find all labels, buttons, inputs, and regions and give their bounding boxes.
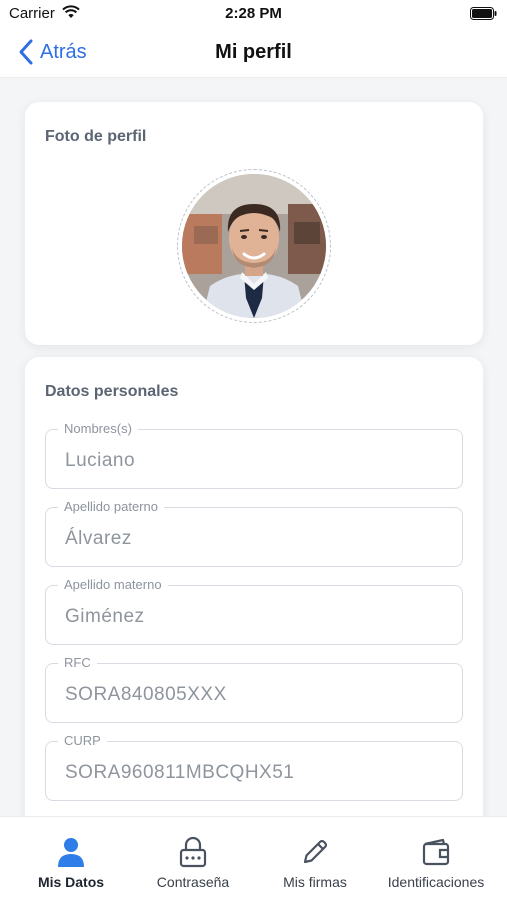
avatar-upload-area[interactable]	[177, 169, 331, 323]
home-indicator	[0, 896, 507, 900]
tab-bar: Mis Datos Contraseña Mis firmas Identifi…	[0, 816, 507, 900]
field-label: RFC	[58, 655, 97, 670]
tab-label: Mis Datos	[37, 874, 105, 890]
tab-label: Identificaciones	[387, 874, 485, 890]
page-title: Mi perfil	[215, 41, 292, 63]
first-name-field[interactable]: Nombres(s) Luciano	[45, 421, 463, 489]
tab-mis-firmas[interactable]: Mis firmas	[252, 817, 378, 900]
rfc-field[interactable]: RFC SORA840805XXX	[45, 655, 463, 723]
maternal-surname-field[interactable]: Apellido materno Giménez	[45, 577, 463, 645]
profile-photo-title: Foto de perfil	[45, 128, 147, 145]
tab-label: Contraseña	[156, 874, 230, 890]
profile-scroll-view[interactable]: Foto de perfil Datos personales Nombres(…	[0, 79, 507, 816]
field-value: SORA840805XXX	[65, 684, 227, 705]
person-icon	[58, 838, 84, 867]
curp-field[interactable]: CURP SORA960811MBCQHX51	[45, 733, 463, 801]
field-value: Giménez	[65, 606, 145, 627]
profile-photo	[182, 174, 326, 318]
field-value: SORA960811MBCQHX51	[65, 762, 295, 783]
status-bar: Carrier 2:28 PM	[0, 0, 507, 28]
field-label: CURP	[58, 733, 107, 748]
battery-icon	[470, 7, 497, 20]
profile-photo-card: Foto de perfil	[25, 102, 483, 345]
tab-mis-datos[interactable]: Mis Datos	[8, 817, 134, 900]
navigation-bar: Atrás Mi perfil	[0, 28, 507, 78]
lock-icon	[179, 836, 207, 868]
personal-data-card: Datos personales Nombres(s) Luciano Apel…	[25, 357, 483, 816]
pencil-icon	[303, 839, 328, 864]
avatar[interactable]	[182, 174, 326, 318]
field-value: Luciano	[65, 450, 136, 471]
tab-contrasena[interactable]: Contraseña	[130, 817, 256, 900]
tab-label: Mis firmas	[283, 874, 347, 890]
personal-data-title: Datos personales	[45, 383, 179, 400]
status-time: 2:28 PM	[225, 5, 282, 22]
paternal-surname-field[interactable]: Apellido paterno Álvarez	[45, 499, 463, 567]
field-label: Nombres(s)	[58, 421, 138, 436]
field-label: Apellido paterno	[58, 499, 164, 514]
field-value: Álvarez	[65, 528, 132, 549]
tab-identificaciones[interactable]: Identificaciones	[373, 817, 499, 900]
field-label: Apellido materno	[58, 577, 168, 592]
wallet-icon	[422, 838, 450, 866]
